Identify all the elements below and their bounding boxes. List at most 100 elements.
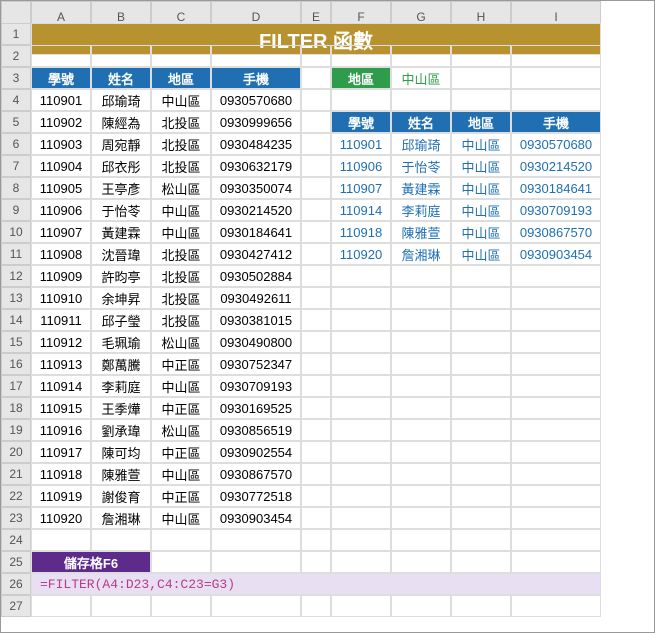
filt-phone[interactable]: 0930709193 xyxy=(511,199,601,221)
filt-name[interactable]: 李莉庭 xyxy=(391,199,451,221)
data-name[interactable]: 黃建霖 xyxy=(91,221,151,243)
row-header[interactable]: 25 xyxy=(1,551,31,573)
data-name[interactable]: 陳雅萱 xyxy=(91,463,151,485)
empty-cell[interactable] xyxy=(511,441,601,463)
data-region[interactable]: 北投區 xyxy=(151,309,211,331)
empty-cell[interactable] xyxy=(511,309,601,331)
empty-cell[interactable] xyxy=(511,331,601,353)
data-name[interactable]: 余坤昇 xyxy=(91,287,151,309)
filt-id[interactable]: 110920 xyxy=(331,243,391,265)
row-header[interactable]: 3 xyxy=(1,67,31,89)
empty-cell[interactable] xyxy=(511,419,601,441)
empty-cell[interactable] xyxy=(331,287,391,309)
data-phone[interactable]: 0930492611 xyxy=(211,287,301,309)
empty-cell[interactable] xyxy=(331,419,391,441)
data-id[interactable]: 110918 xyxy=(31,463,91,485)
data-region[interactable]: 中正區 xyxy=(151,353,211,375)
empty-cell[interactable] xyxy=(451,331,511,353)
row-header[interactable]: 14 xyxy=(1,309,31,331)
data-phone[interactable]: 0930902554 xyxy=(211,441,301,463)
empty-cell[interactable] xyxy=(331,309,391,331)
filt-id[interactable]: 110918 xyxy=(331,221,391,243)
empty-cell[interactable] xyxy=(451,529,511,551)
filt-name[interactable]: 于怡苓 xyxy=(391,155,451,177)
data-name[interactable]: 劉承瑋 xyxy=(91,419,151,441)
empty-cell[interactable] xyxy=(151,45,211,67)
row-header[interactable]: 1 xyxy=(1,23,31,45)
data-region[interactable]: 中山區 xyxy=(151,199,211,221)
row-header[interactable]: 23 xyxy=(1,507,31,529)
filt-name[interactable]: 邱瑜琦 xyxy=(391,133,451,155)
row-header[interactable]: 15 xyxy=(1,331,31,353)
empty-cell[interactable] xyxy=(451,287,511,309)
data-id[interactable]: 110910 xyxy=(31,287,91,309)
empty-cell[interactable] xyxy=(391,89,451,111)
empty-cell[interactable] xyxy=(451,595,511,617)
row-header[interactable]: 4 xyxy=(1,89,31,111)
filt-region[interactable]: 中山區 xyxy=(451,133,511,155)
data-id[interactable]: 110902 xyxy=(31,111,91,133)
data-name[interactable]: 鄭萬騰 xyxy=(91,353,151,375)
data-id[interactable]: 110919 xyxy=(31,485,91,507)
empty-cell[interactable] xyxy=(91,595,151,617)
empty-cell[interactable] xyxy=(301,507,331,529)
empty-cell[interactable] xyxy=(151,529,211,551)
empty-cell[interactable] xyxy=(511,463,601,485)
empty-cell[interactable] xyxy=(511,551,601,573)
empty-cell[interactable] xyxy=(301,529,331,551)
filt-region[interactable]: 中山區 xyxy=(451,243,511,265)
data-id[interactable]: 110909 xyxy=(31,265,91,287)
data-phone[interactable]: 0930867570 xyxy=(211,463,301,485)
data-phone[interactable]: 0930709193 xyxy=(211,375,301,397)
empty-cell[interactable] xyxy=(301,441,331,463)
data-id[interactable]: 110913 xyxy=(31,353,91,375)
empty-cell[interactable] xyxy=(301,45,331,67)
row-header[interactable]: 17 xyxy=(1,375,31,397)
empty-cell[interactable] xyxy=(511,507,601,529)
empty-cell[interactable] xyxy=(391,353,451,375)
data-region[interactable]: 中正區 xyxy=(151,397,211,419)
empty-cell[interactable] xyxy=(391,375,451,397)
data-name[interactable]: 詹湘琳 xyxy=(91,507,151,529)
data-region[interactable]: 北投區 xyxy=(151,243,211,265)
empty-cell[interactable] xyxy=(331,463,391,485)
row-header[interactable]: 22 xyxy=(1,485,31,507)
empty-cell[interactable] xyxy=(511,265,601,287)
empty-cell[interactable] xyxy=(391,309,451,331)
empty-cell[interactable] xyxy=(301,155,331,177)
empty-cell[interactable] xyxy=(511,67,601,89)
data-name[interactable]: 王季燁 xyxy=(91,397,151,419)
filt-id[interactable]: 110914 xyxy=(331,199,391,221)
empty-cell[interactable] xyxy=(301,89,331,111)
filt-phone[interactable]: 0930214520 xyxy=(511,155,601,177)
empty-cell[interactable] xyxy=(391,45,451,67)
empty-cell[interactable] xyxy=(151,551,211,573)
data-name[interactable]: 許昀亭 xyxy=(91,265,151,287)
data-name[interactable]: 邱子瑩 xyxy=(91,309,151,331)
empty-cell[interactable] xyxy=(301,199,331,221)
data-region[interactable]: 北投區 xyxy=(151,111,211,133)
row-header[interactable]: 26 xyxy=(1,573,31,595)
data-phone[interactable]: 0930490800 xyxy=(211,331,301,353)
filt-name[interactable]: 陳雅萱 xyxy=(391,221,451,243)
empty-cell[interactable] xyxy=(511,375,601,397)
empty-cell[interactable] xyxy=(451,463,511,485)
empty-cell[interactable] xyxy=(331,441,391,463)
data-region[interactable]: 中正區 xyxy=(151,485,211,507)
row-header[interactable]: 2 xyxy=(1,45,31,67)
data-phone[interactable]: 0930999656 xyxy=(211,111,301,133)
data-phone[interactable]: 0930502884 xyxy=(211,265,301,287)
data-name[interactable]: 毛珮瑜 xyxy=(91,331,151,353)
data-name[interactable]: 謝俊育 xyxy=(91,485,151,507)
empty-cell[interactable] xyxy=(301,111,331,133)
empty-cell[interactable] xyxy=(91,45,151,67)
data-id[interactable]: 110911 xyxy=(31,309,91,331)
empty-cell[interactable] xyxy=(511,89,601,111)
empty-cell[interactable] xyxy=(391,331,451,353)
data-name[interactable]: 陳經為 xyxy=(91,111,151,133)
empty-cell[interactable] xyxy=(451,67,511,89)
data-phone[interactable]: 0930570680 xyxy=(211,89,301,111)
empty-cell[interactable] xyxy=(331,529,391,551)
empty-cell[interactable] xyxy=(391,529,451,551)
empty-cell[interactable] xyxy=(451,485,511,507)
